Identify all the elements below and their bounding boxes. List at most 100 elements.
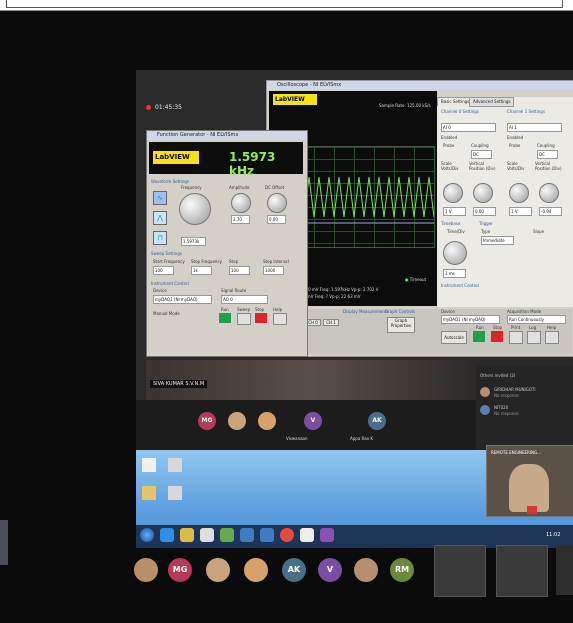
log-button[interactable] — [527, 331, 541, 344]
channel0-position[interactable]: 0.00 — [473, 207, 496, 216]
start-button-icon[interactable] — [140, 528, 154, 542]
participant-photo[interactable] — [258, 412, 276, 430]
time-div-label: Time/Div — [447, 229, 465, 234]
acquisition-mode-select[interactable]: Run Continuously — [507, 315, 566, 324]
frequency-knob[interactable] — [179, 193, 211, 225]
channel1-scale[interactable]: 1 V — [509, 207, 532, 216]
participant-photo[interactable] — [244, 558, 268, 582]
participant-avatar[interactable]: AK — [282, 558, 306, 582]
fg-device-select[interactable]: myDAQ1 (NI myDAQ) — [153, 295, 212, 304]
sine-wave-button[interactable]: ∿ — [153, 191, 167, 205]
run-button[interactable] — [473, 331, 485, 342]
presenter-label: SIVA KUMAR S.V.N.M — [150, 380, 208, 388]
chrome-icon[interactable] — [280, 528, 294, 542]
participant-avatar[interactable]: MG — [168, 558, 192, 582]
device-select[interactable]: myDAQ1 (NI myDAQ) — [441, 315, 500, 324]
shared-screen-thumbnail[interactable] — [496, 545, 548, 597]
participant-avatar[interactable]: MG — [198, 412, 216, 430]
trigger-type-label: Type — [481, 229, 491, 234]
app-icon[interactable] — [300, 528, 314, 542]
participant-list: Others invited (2) GIRIDHAR MUNIGOTI No … — [476, 365, 573, 450]
signal-route-select[interactable]: AO 0 — [221, 295, 268, 304]
close-icon[interactable] — [527, 506, 537, 514]
step-interval-value[interactable]: 1000 — [263, 266, 284, 275]
participant-photo — [480, 387, 490, 397]
participant-avatar[interactable]: V — [304, 412, 322, 430]
channel0-scale[interactable]: 1 V — [443, 207, 466, 216]
desktop-icon[interactable] — [168, 458, 182, 472]
time-div-value[interactable]: 1 ms — [443, 269, 466, 278]
participant-avatar[interactable]: V — [318, 558, 342, 582]
desktop-icon[interactable] — [168, 486, 182, 500]
labview-logo: LabVIEW — [273, 94, 317, 105]
left-edge-tab[interactable] — [0, 520, 8, 565]
participant-photo[interactable] — [206, 558, 230, 582]
participant-photo[interactable] — [354, 558, 378, 582]
time-div-knob[interactable] — [443, 241, 467, 265]
taskbar-clock[interactable]: 11:02 — [546, 532, 560, 538]
channel1-coupling[interactable]: DC — [537, 150, 558, 159]
desktop-icon[interactable] — [142, 486, 156, 500]
amplitude-knob[interactable] — [231, 193, 251, 213]
print-button[interactable] — [509, 331, 523, 344]
start-frequency-value[interactable]: 100 — [153, 266, 174, 275]
oscilloscope-controls: CH 0 CH 1 Display Measurements Graph Con… — [269, 309, 572, 354]
fg-stop-button[interactable] — [255, 313, 267, 323]
manual-mode-checkbox[interactable]: Manual Mode — [153, 311, 180, 316]
dc-offset-value[interactable]: 0.00 — [267, 215, 286, 224]
fg-instrument-control-title: Instrument Control — [151, 281, 189, 286]
graph-properties-button[interactable]: Graph Properties — [387, 317, 415, 333]
app-icon[interactable] — [220, 528, 234, 542]
channel1-position[interactable]: -0.94 — [539, 207, 562, 216]
square-wave-button[interactable]: ⊓ — [153, 231, 167, 245]
function-generator-window: Function Generator - NI ELVISmx LabVIEW … — [146, 130, 308, 357]
function-generator-title: Function Generator - NI ELVISmx — [147, 131, 307, 140]
dc-offset-knob[interactable] — [267, 193, 287, 213]
frequency-value[interactable]: 1.5973k — [181, 237, 206, 246]
desktop-icon[interactable] — [142, 458, 156, 472]
autoscale-button[interactable]: Autoscale — [441, 331, 467, 344]
channel0-position-knob[interactable] — [473, 183, 493, 203]
stop-label: Stop — [493, 325, 503, 330]
invited-name: GIRIDHAR MUNIGOTI — [494, 387, 536, 392]
participant-photo[interactable] — [228, 412, 246, 430]
app-icon[interactable] — [200, 528, 214, 542]
participant-avatar[interactable]: RM — [390, 558, 414, 582]
stop-frequency-value[interactable]: 1k — [191, 266, 212, 275]
participant-photo[interactable] — [134, 558, 158, 582]
app-icon[interactable] — [240, 528, 254, 542]
others-invited-label: Others invited (2) — [480, 373, 516, 378]
stop-button[interactable] — [491, 331, 503, 342]
folder-icon[interactable] — [180, 528, 194, 542]
help-button[interactable] — [545, 331, 559, 344]
fg-sweep-button[interactable] — [237, 313, 251, 325]
channel0-source[interactable]: AI 0 — [441, 123, 496, 132]
fg-run-button[interactable] — [219, 313, 231, 323]
frequency-display: LabVIEW 1.5973 kHz — [149, 142, 303, 178]
amplitude-value[interactable]: 2.70 — [231, 215, 250, 224]
ch1-checkbox[interactable]: CH 1 — [323, 319, 339, 326]
trigger-type[interactable]: Immediate — [481, 236, 514, 245]
channel1-source[interactable]: AI 1 — [507, 123, 562, 132]
channel1-enabled[interactable]: Enabled — [507, 135, 523, 140]
shared-screen-thumbnail[interactable] — [434, 545, 486, 597]
channel0-enabled[interactable]: Enabled — [441, 135, 457, 140]
participant-avatar[interactable]: AK — [368, 412, 386, 430]
channel1-title: Channel 1 Settings — [507, 109, 545, 114]
video-tile[interactable]: REMOTE ENGINEERING... — [486, 445, 573, 517]
channel0-coupling-label: Coupling — [471, 143, 489, 148]
channel1-scale-knob[interactable] — [509, 183, 529, 203]
triangle-wave-button[interactable]: ⋀ — [153, 211, 167, 225]
tab-basic-settings[interactable]: Basic Settings — [437, 97, 474, 106]
step-value[interactable]: 100 — [229, 266, 250, 275]
app-icon[interactable] — [320, 528, 334, 542]
channel0-coupling[interactable]: DC — [471, 150, 492, 159]
signal-route-label: Signal Route — [221, 288, 247, 293]
start-frequency-label: Start Frequency — [153, 259, 185, 264]
channel0-scale-knob[interactable] — [443, 183, 463, 203]
tab-advanced-settings[interactable]: Advanced Settings — [469, 97, 515, 107]
app-icon[interactable] — [260, 528, 274, 542]
channel1-position-knob[interactable] — [539, 183, 559, 203]
ie-icon[interactable] — [160, 528, 174, 542]
fg-help-button[interactable] — [273, 313, 287, 325]
